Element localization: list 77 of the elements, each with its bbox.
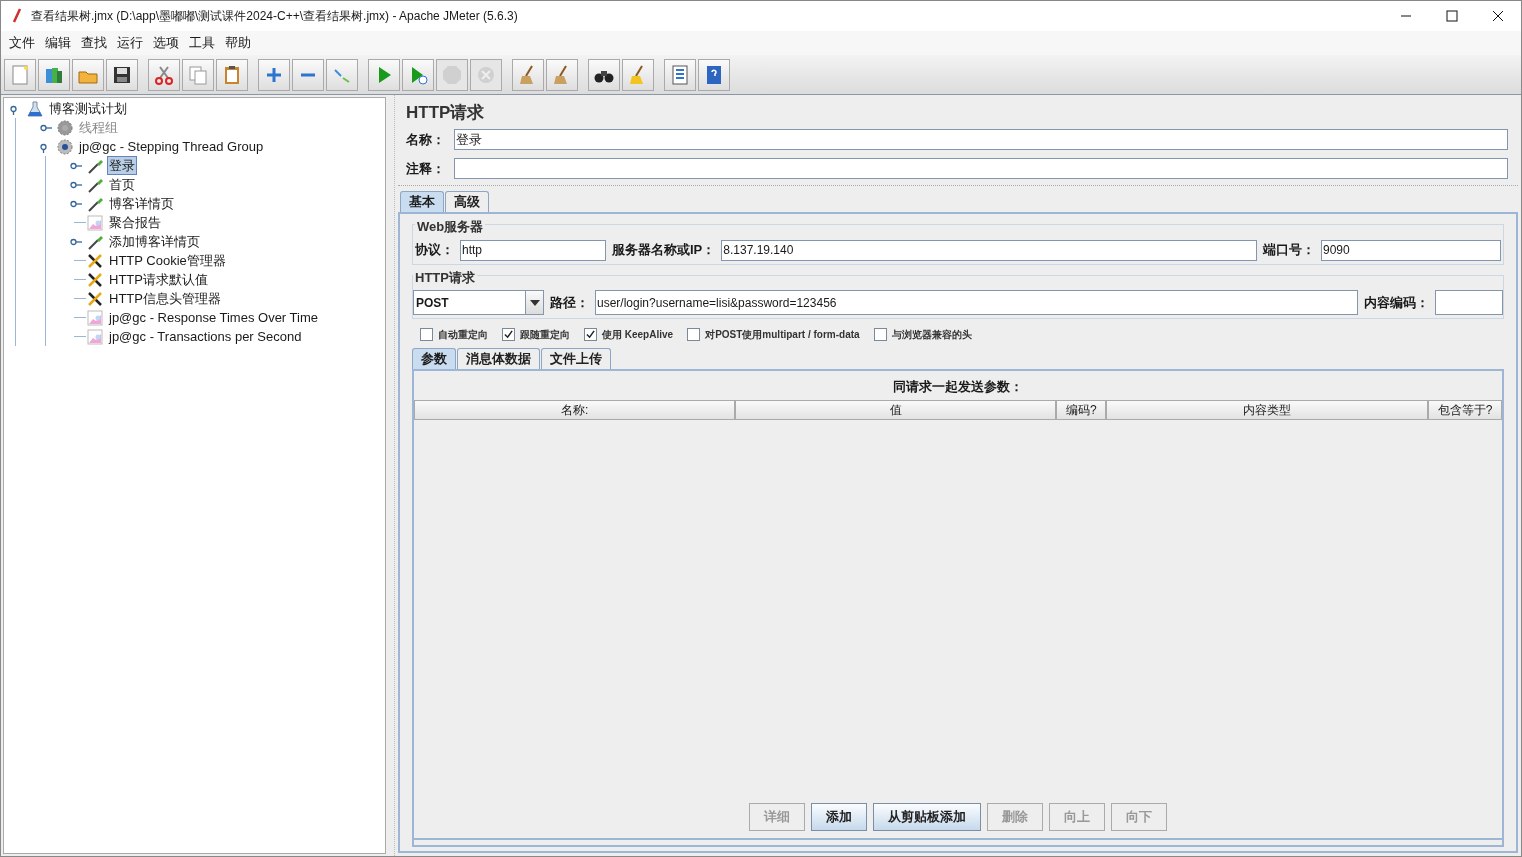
checkbox[interactable]: [502, 328, 515, 341]
checkbox-label: 跟随重定向: [520, 328, 570, 342]
list-icon: [669, 63, 691, 86]
column-header[interactable]: 包含等于?: [1428, 399, 1502, 420]
field-label: 路径：: [550, 293, 589, 312]
table-title: 同请求一起发送参数：: [892, 378, 1024, 396]
tree-node-label[interactable]: jp@gc - Stepping Thread Group: [77, 137, 266, 156]
window-title: 查看结果树.jmx (D:\app\墨嘟嘟\测试课件2024-C++\查看结果树.jmx) - Apache JMeter (5.6.3): [31, 8, 518, 25]
tree-node-label[interactable]: 添加博客详情页: [107, 232, 202, 251]
protocol-field[interactable]: http: [460, 239, 606, 261]
check-icon: [586, 330, 595, 339]
tab[interactable]: 高级: [445, 191, 489, 212]
checkbox[interactable]: [584, 328, 597, 341]
column-header[interactable]: 值: [735, 399, 1057, 420]
field-label: 服务器名称或IP：: [612, 241, 716, 260]
tree-node-label[interactable]: 博客测试计划: [47, 99, 129, 118]
tree-node-label[interactable]: 登录: [107, 156, 137, 175]
graph-icon: [86, 327, 104, 346]
wrench-screwdriver-icon: [86, 251, 104, 270]
wrench-screwdriver-icon: [86, 270, 104, 289]
server-field[interactable]: 8.137.19.140: [721, 239, 1257, 261]
menu-item[interactable]: 文件: [4, 33, 40, 53]
comment-field[interactable]: [454, 158, 1508, 179]
checkbox[interactable]: [420, 328, 433, 341]
minus-icon: [300, 72, 316, 77]
checkbox-label: 使用 KeepAlive: [602, 328, 674, 342]
method-dropdown[interactable]: POST: [413, 290, 544, 315]
toolbar-button[interactable]: [106, 58, 138, 91]
menu-item[interactable]: 查找: [76, 33, 112, 53]
panel-title: HTTP请求: [406, 103, 486, 123]
tab[interactable]: 参数: [412, 348, 456, 369]
field-label: 端口号：: [1263, 241, 1315, 260]
tree-node-label[interactable]: 聚合报告: [107, 213, 163, 232]
field-label: 协议：: [415, 241, 454, 260]
action-button[interactable]: 从剪贴板添加: [873, 803, 981, 831]
menu-item[interactable]: 帮助: [220, 33, 256, 53]
graph-icon: [86, 308, 104, 327]
tab[interactable]: 消息体数据: [457, 348, 540, 369]
checkbox-label: 与浏览器兼容的头: [891, 328, 972, 342]
path-field[interactable]: user/login?username=lisi&password=123456: [595, 290, 1358, 315]
graph-icon: [86, 213, 104, 232]
port-field[interactable]: 9090: [1321, 239, 1501, 261]
menu-item[interactable]: 编辑: [40, 33, 76, 53]
checkbox[interactable]: [873, 328, 887, 341]
encoding-field[interactable]: [1435, 290, 1503, 315]
field-label: 名称：: [406, 130, 446, 149]
name-field[interactable]: 登录: [454, 129, 1508, 150]
flask-icon: [26, 99, 44, 118]
tree-node-label[interactable]: HTTP Cookie管理器: [107, 251, 228, 270]
tree-node-label[interactable]: 博客详情页: [107, 194, 176, 213]
checkbox-label: 自动重定向: [438, 328, 488, 342]
checkbox[interactable]: [687, 328, 701, 341]
checkbox-label: 对POST使用multipart / form-data: [705, 328, 860, 342]
column-header[interactable]: 内容类型: [1106, 399, 1429, 420]
gear-icon: [56, 118, 74, 137]
tree-node-label[interactable]: HTTP请求默认值: [107, 270, 210, 289]
field-label: 注释：: [406, 159, 446, 178]
tab[interactable]: 文件上传: [541, 348, 611, 369]
field-label: 内容编码：: [1364, 293, 1429, 312]
menu-item[interactable]: 运行: [112, 33, 148, 53]
gear-icon: [56, 137, 74, 156]
column-header[interactable]: 编码?: [1056, 399, 1107, 420]
menu-item[interactable]: 工具: [184, 33, 220, 53]
tab[interactable]: 基本: [400, 191, 444, 212]
action-button[interactable]: 添加: [811, 803, 867, 831]
copy-icon: [187, 63, 209, 86]
wrench-screwdriver-icon: [86, 289, 104, 308]
menu-item[interactable]: 选项: [148, 33, 184, 53]
blank-page-icon: [9, 63, 31, 86]
tree-node-label[interactable]: jp@gc - Transactions per Second: [107, 327, 304, 346]
column-header[interactable]: 名称:: [414, 399, 736, 420]
tree-node-label[interactable]: jp@gc - Response Times Over Time: [107, 308, 320, 327]
tree-node-label[interactable]: HTTP信息头管理器: [107, 289, 223, 308]
caret-icon: [529, 299, 540, 306]
check-icon: [504, 330, 513, 339]
toolbar-button[interactable]: [588, 58, 620, 91]
tree-node-label[interactable]: 首页: [107, 175, 137, 194]
